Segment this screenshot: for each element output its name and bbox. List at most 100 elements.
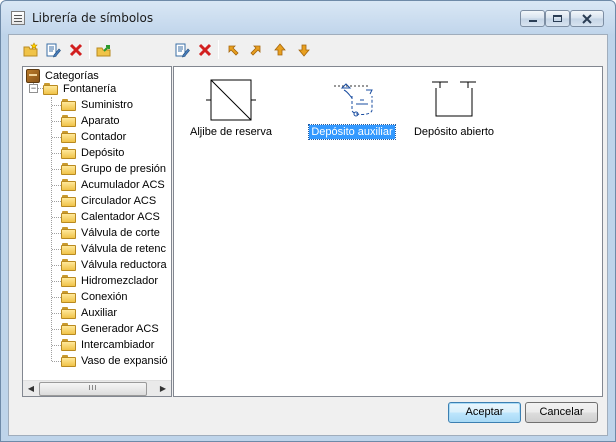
folder-icon (61, 147, 77, 159)
symbol-list[interactable]: Aljibe de reserva Depósito auxiliar Depó… (173, 66, 603, 397)
folder-icon (61, 211, 77, 223)
folder-open-icon (43, 83, 59, 95)
tree-item[interactable]: Auxiliar (61, 305, 117, 321)
tree-item-label: Válvula reductora (81, 259, 167, 271)
new-folder-button[interactable] (22, 41, 40, 59)
folder-icon (61, 291, 77, 303)
tree-horizontal-scrollbar[interactable]: ◀ III ▶ (23, 380, 171, 396)
tree-item[interactable]: Depósito (61, 145, 124, 161)
tree-item-label: Aparato (81, 115, 120, 127)
edit-folder-icon (46, 43, 61, 58)
move-up-button[interactable] (271, 41, 289, 59)
folder-icon (61, 227, 77, 239)
minimize-button[interactable] (520, 10, 545, 27)
tree-connector (52, 249, 61, 250)
tree-item-label: Grupo de presión (81, 163, 166, 175)
tree-item[interactable]: Válvula de corte (61, 225, 160, 241)
category-box-icon (26, 69, 40, 83)
folder-icon (61, 259, 77, 271)
folder-icon (61, 275, 77, 287)
tree-item[interactable]: Conexión (61, 289, 127, 305)
folder-icon (61, 355, 77, 367)
symbol-aljibe-de-reserva[interactable]: Aljibe de reserva (176, 74, 286, 140)
edit-symbol-icon (175, 43, 190, 58)
symbol-deposito-auxiliar[interactable]: Depósito auxiliar (297, 74, 407, 140)
tree-group-label: Fontanería (63, 83, 117, 95)
tree-item[interactable]: Contador (61, 129, 126, 145)
tree-connector (52, 105, 61, 106)
folder-icon (61, 179, 77, 191)
tree-item[interactable]: Aparato (61, 113, 120, 129)
delete-symbol-button[interactable] (196, 41, 214, 59)
tree-item-label: Válvula de retenc (81, 243, 166, 255)
symbol-label: Aljibe de reserva (190, 126, 272, 138)
tree-item[interactable]: Intercambiador (61, 337, 154, 353)
edit-symbol-button[interactable] (173, 41, 191, 59)
dialog-client-area: Categorías − Fontanería Suministro Aparat… (8, 34, 608, 436)
dialog-window: Librería de símbolos Categorías − Fontan… (0, 0, 616, 442)
tree-connector (52, 185, 61, 186)
tree-item-label: Contador (81, 131, 127, 143)
close-icon (582, 14, 592, 24)
tree-item-label: Circulador ACS (81, 195, 157, 207)
window-title: Librería de símbolos (32, 11, 154, 25)
tree-item-label: Conexión (81, 291, 128, 303)
folder-icon (61, 195, 77, 207)
cancel-button[interactable]: Cancelar (525, 402, 598, 423)
tree-item[interactable]: Válvula reductora (61, 257, 167, 273)
tree-node-fontaneria[interactable]: Fontanería (43, 81, 116, 97)
tree-item-label: Intercambiador (81, 339, 155, 351)
tree-item[interactable]: Válvula de retenc (61, 241, 166, 257)
tree-item[interactable]: Grupo de presión (61, 161, 166, 177)
tree-item[interactable]: Vaso de expansió (61, 353, 168, 369)
edit-folder-button[interactable] (44, 41, 62, 59)
move-up-right-button[interactable] (247, 41, 265, 59)
tree-item-label: Calentador ACS (81, 211, 160, 223)
tree-item[interactable]: Acumulador ACS (61, 177, 165, 193)
scroll-thumb[interactable]: III (39, 382, 147, 396)
move-up-right-icon (250, 45, 261, 56)
tree-item[interactable]: Calentador ACS (61, 209, 160, 225)
tree-content: Categorías − Fontanería Suministro Aparat… (23, 67, 171, 380)
move-down-button[interactable] (295, 41, 313, 59)
tree-item[interactable]: Circulador ACS (61, 193, 156, 209)
symbol-label: Depósito abierto (413, 126, 495, 138)
toolbar-separator (89, 40, 90, 59)
tree-item-label: Depósito (81, 147, 125, 159)
move-up-left-button[interactable] (224, 41, 242, 59)
scroll-left-arrow[interactable]: ◀ (23, 381, 39, 396)
move-up-icon (274, 43, 286, 56)
move-up-left-icon (228, 45, 239, 56)
tree-connector (52, 265, 61, 266)
tree-item-label: Válvula de corte (81, 227, 160, 239)
import-button[interactable] (95, 41, 113, 59)
title-bar[interactable]: Librería de símbolos (1, 1, 615, 35)
close-button[interactable] (570, 10, 604, 27)
tree-connector (52, 153, 61, 154)
accept-button[interactable]: Aceptar (448, 402, 521, 423)
tree-item[interactable]: Suministro (61, 97, 133, 113)
folder-icon (61, 323, 77, 335)
folder-icon (61, 99, 77, 111)
collapse-expander[interactable]: − (29, 84, 38, 93)
tree-item[interactable]: Hidromezclador (61, 273, 158, 289)
symbol-deposito-abierto[interactable]: Depósito abierto (399, 74, 509, 140)
scroll-right-arrow[interactable]: ▶ (155, 381, 171, 396)
folder-icon (61, 307, 77, 319)
tree-connector (52, 217, 61, 218)
minimize-icon (528, 20, 537, 22)
tree-connector (52, 121, 61, 122)
tree-item[interactable]: Generador ACS (61, 321, 159, 337)
folder-icon (61, 243, 77, 255)
folder-icon (61, 115, 77, 127)
tree-connector (52, 297, 61, 298)
tree-item-label: Generador ACS (81, 323, 159, 335)
maximize-button[interactable] (545, 10, 570, 27)
folder-icon (61, 163, 77, 175)
window-icon (11, 11, 25, 25)
category-tree[interactable]: Categorías − Fontanería Suministro Aparat… (22, 66, 172, 397)
folder-icon (61, 131, 77, 143)
tree-item-label: Auxiliar (81, 307, 118, 319)
delete-folder-button[interactable] (67, 41, 85, 59)
symbol-label: Depósito auxiliar (308, 124, 396, 140)
